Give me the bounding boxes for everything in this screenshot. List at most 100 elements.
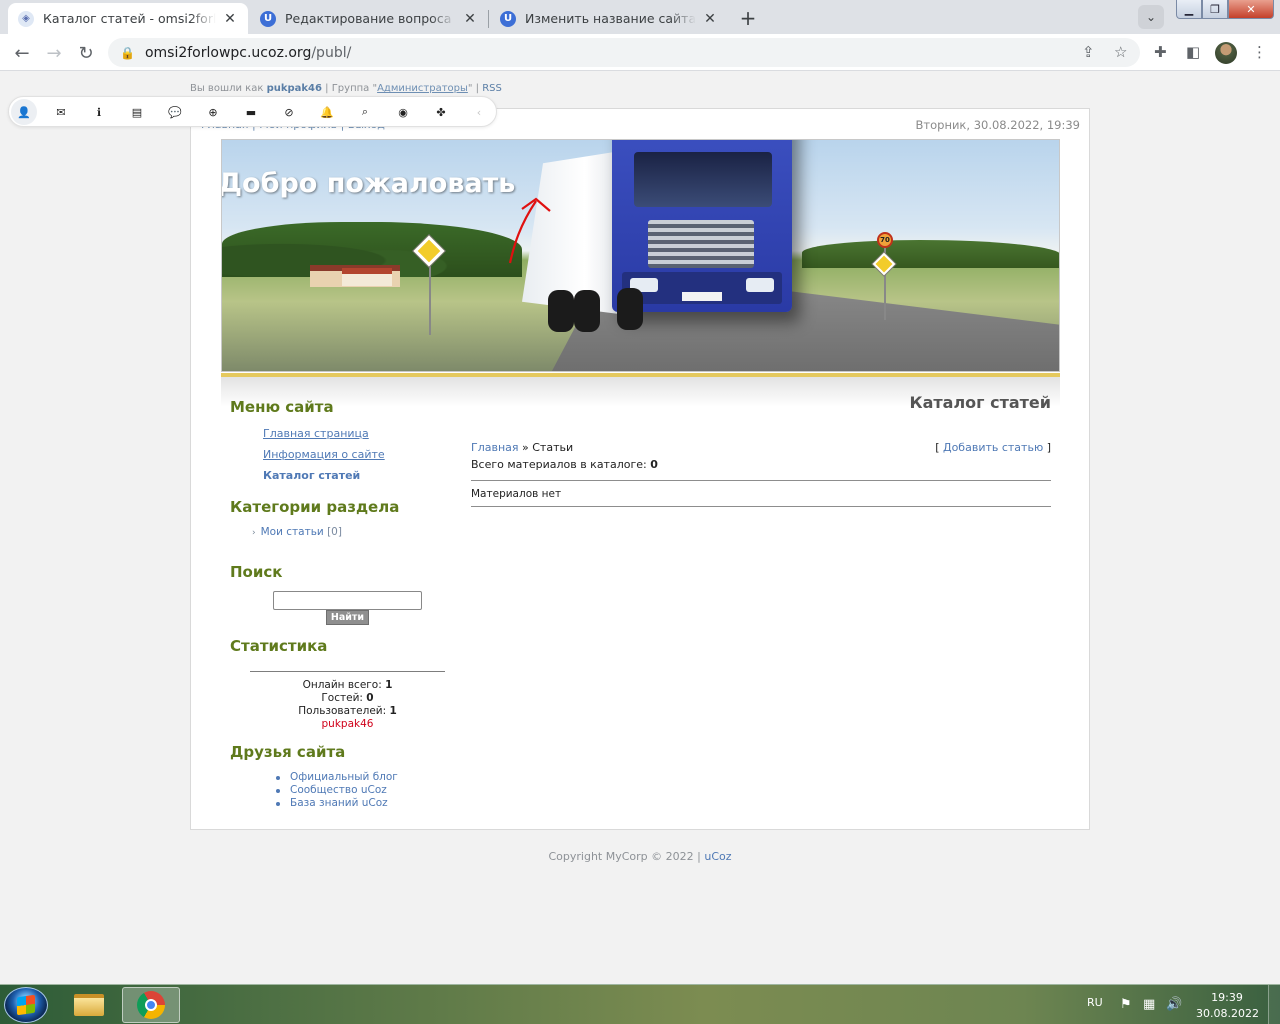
volume-icon[interactable]: 🔊 bbox=[1166, 997, 1182, 1012]
pages-icon[interactable]: ▤ bbox=[129, 104, 145, 120]
extensions-puzzle-icon[interactable]: ✚ bbox=[1154, 43, 1167, 61]
taskbar-chrome[interactable] bbox=[122, 987, 180, 1023]
url-path: /publ/ bbox=[311, 44, 352, 61]
close-icon[interactable]: ✕ bbox=[222, 11, 238, 27]
tab-uboard[interactable]: U Редактирование вопроса - uBoard ✕ bbox=[250, 3, 488, 34]
banner-welcome-text: Добро пожаловать bbox=[221, 168, 516, 199]
bell-icon[interactable]: 🔔 bbox=[319, 104, 335, 120]
info-icon[interactable]: ℹ bbox=[91, 104, 107, 120]
reload-button[interactable]: ↻ bbox=[72, 39, 100, 67]
tab-rename-site[interactable]: U Изменить название сайта, убрать ✕ bbox=[490, 3, 728, 34]
rss-link[interactable]: RSS bbox=[482, 83, 502, 94]
show-desktop-button[interactable] bbox=[1268, 985, 1280, 1024]
online-user-link[interactable]: pukpak46 bbox=[250, 718, 445, 731]
page-title: Каталог статей bbox=[909, 393, 1051, 412]
share-icon[interactable]: ⇪ bbox=[1082, 43, 1095, 61]
close-icon[interactable]: ✕ bbox=[702, 11, 718, 27]
start-button[interactable] bbox=[4, 987, 48, 1023]
tab-title: Редактирование вопроса - uBoard bbox=[285, 11, 456, 26]
block-icon[interactable]: ⊘ bbox=[281, 104, 297, 120]
flag-alert-icon[interactable]: ⚑ bbox=[1120, 997, 1132, 1012]
friend-link-knowledge[interactable]: База знаний uCoz bbox=[275, 797, 398, 810]
category-my-articles[interactable]: Мои статьи bbox=[261, 526, 324, 538]
breadcrumb-sep: » bbox=[522, 441, 529, 454]
new-tab-button[interactable]: + bbox=[734, 4, 762, 32]
stat-guests-label: Гостей: bbox=[321, 692, 363, 704]
truck-wheel bbox=[548, 290, 574, 332]
cab-windshield bbox=[634, 152, 772, 207]
address-bar[interactable]: 🔒 omsi2forlowpc.ucoz.org/publ/ bbox=[108, 38, 1140, 67]
arrow-right-icon: → bbox=[46, 42, 62, 64]
ucoz-link[interactable]: uCoz bbox=[704, 850, 731, 863]
add-article-link[interactable]: Добавить статью bbox=[943, 441, 1043, 454]
site-container: Главная | Мой профиль | Выход Вторник, 3… bbox=[190, 108, 1090, 830]
profile-avatar[interactable] bbox=[1215, 42, 1237, 64]
total-value: 0 bbox=[650, 458, 658, 471]
back-button[interactable]: ← bbox=[8, 39, 36, 67]
friends-list: Официальный блог Сообщество uCoz База зн… bbox=[275, 771, 398, 810]
stat-online-label: Онлайн всего: bbox=[302, 679, 382, 691]
language-indicator[interactable]: RU bbox=[1087, 996, 1103, 1009]
window-close-button[interactable]: ✕ bbox=[1228, 0, 1274, 19]
mail-icon[interactable]: ✉ bbox=[53, 104, 69, 120]
search-input[interactable] bbox=[273, 591, 422, 610]
close-icon[interactable]: ✕ bbox=[462, 11, 478, 27]
friends-title: Друзья сайта bbox=[230, 743, 346, 761]
add-icon[interactable]: ⊕ bbox=[205, 104, 221, 120]
url-host: omsi2forlowpc.ucoz.org bbox=[144, 44, 312, 61]
menu-item-catalog[interactable]: Каталог статей bbox=[263, 469, 360, 482]
friend-link-community[interactable]: Сообщество uCoz bbox=[275, 784, 398, 797]
user-avatar-icon[interactable]: 👤 bbox=[11, 99, 37, 125]
stat-users-value: 1 bbox=[389, 705, 397, 717]
tab-search-button[interactable]: ⌄ bbox=[1138, 5, 1164, 29]
system-clock[interactable]: 19:39 30.08.2022 bbox=[1196, 990, 1259, 1022]
bracket: [ bbox=[935, 441, 940, 454]
uinfo-group-link[interactable]: Администраторы bbox=[377, 83, 468, 94]
window-controls: ▁ ❐ ✕ bbox=[1176, 0, 1274, 20]
lock-icon: 🔒 bbox=[120, 45, 135, 60]
uinfo-group-prefix: | Группа " bbox=[325, 83, 378, 94]
footer: Copyright MyCorp © 2022 | uCoz bbox=[0, 850, 1280, 863]
menu-item-home[interactable]: Главная страница bbox=[263, 427, 369, 440]
ucoz-u-icon: U bbox=[500, 10, 516, 27]
uinfo-group-suffix: " | bbox=[467, 83, 480, 94]
truck-wheel bbox=[617, 288, 643, 330]
comments-icon[interactable]: 💬 bbox=[167, 104, 183, 120]
page-content: Вы вошли как pukpak46 | Группа "Админист… bbox=[0, 72, 1280, 984]
puzzle-icon[interactable]: ✤ bbox=[433, 104, 449, 120]
speed-limit-sign: 70 bbox=[877, 232, 893, 248]
search-icon[interactable]: ⌕ bbox=[357, 104, 373, 120]
windows-logo-icon bbox=[17, 994, 35, 1016]
friend-link-blog[interactable]: Официальный блог bbox=[275, 771, 398, 784]
menu-title: Меню сайта bbox=[230, 398, 334, 416]
uinfo-user-link[interactable]: pukpak46 bbox=[267, 83, 322, 94]
divider bbox=[471, 480, 1051, 481]
site-menu: Главная страница Информация о сайте Ката… bbox=[263, 427, 460, 482]
bookmark-star-icon[interactable]: ☆ bbox=[1114, 43, 1127, 61]
search-button[interactable]: Найти bbox=[326, 610, 369, 625]
stats-block: Онлайн всего: 1 Гостей: 0 Пользователей:… bbox=[250, 679, 445, 731]
network-icon[interactable]: ▦ bbox=[1143, 997, 1155, 1012]
breadcrumb-current: Статьи bbox=[532, 441, 574, 454]
header-banner: 70 Добро пожаловать bbox=[221, 139, 1060, 372]
forward-button[interactable]: → bbox=[40, 39, 68, 67]
menu-dots-icon[interactable]: ⋮ bbox=[1252, 43, 1267, 61]
stat-guests-value: 0 bbox=[366, 692, 374, 704]
menu-item-about[interactable]: Информация о сайте bbox=[263, 448, 385, 461]
minimize-button[interactable]: ▁ bbox=[1176, 0, 1202, 19]
ucoz-admin-bar: 👤 ✉ ℹ ▤ 💬 ⊕ ▬ ⊘ 🔔 ⌕ ◉ ✤ ‹ bbox=[8, 96, 497, 127]
taskbar-explorer[interactable] bbox=[60, 987, 118, 1023]
tab-strip: ◈ Каталог статей - omsi2forlowpc.ucoz.or… bbox=[0, 0, 1280, 34]
total-materials: Всего материалов в каталоге: 0 bbox=[471, 458, 658, 471]
tab-catalog[interactable]: ◈ Каталог статей - omsi2forlowpc.ucoz.or… bbox=[8, 3, 248, 34]
eye-icon[interactable]: ◉ bbox=[395, 104, 411, 120]
clock-date: 30.08.2022 bbox=[1196, 1007, 1259, 1020]
folder-icon[interactable]: ▬ bbox=[243, 104, 259, 120]
chrome-icon bbox=[137, 991, 165, 1019]
maximize-button[interactable]: ❐ bbox=[1202, 0, 1228, 19]
divider bbox=[471, 506, 1051, 507]
breadcrumb-home[interactable]: Главная bbox=[471, 441, 519, 454]
tab-title: Изменить название сайта, убрать bbox=[525, 11, 696, 26]
chevron-left-icon[interactable]: ‹ bbox=[471, 104, 487, 120]
side-panel-icon[interactable]: ◧ bbox=[1186, 43, 1200, 61]
